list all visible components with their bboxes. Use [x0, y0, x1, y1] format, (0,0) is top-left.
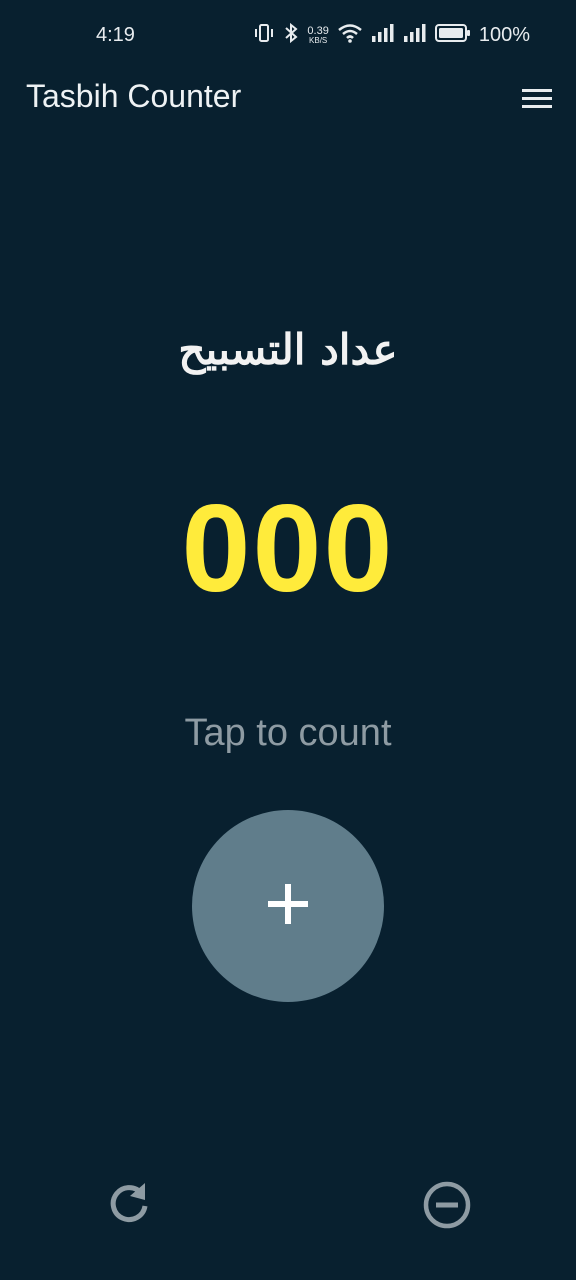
minus-circle-icon [420, 1181, 474, 1236]
status-bar: 4:19 0.39 KB/S 100% [0, 0, 576, 72]
reset-button[interactable] [104, 1178, 154, 1228]
count-button[interactable] [192, 810, 384, 1002]
refresh-icon [104, 1183, 154, 1232]
app-title: Tasbih Counter [26, 78, 242, 114]
vibrate-icon [253, 22, 275, 49]
battery-percent: 100% [478, 24, 530, 46]
hamburger-menu-icon [522, 89, 552, 116]
status-time: 4:19 [96, 24, 135, 46]
app-bar: Tasbih Counter [0, 72, 576, 128]
signal-icon [403, 23, 427, 48]
decrement-button[interactable] [420, 1178, 474, 1232]
battery-icon [434, 23, 471, 48]
wifi-icon [337, 22, 363, 49]
status-icons: 0.39 KB/S 100% [253, 22, 530, 49]
menu-button[interactable] [522, 86, 552, 112]
signal-icon [371, 23, 395, 48]
tap-hint: Tap to count [184, 712, 392, 754]
network-speed: 0.39 KB/S [307, 24, 329, 45]
arabic-title: عداد التسبيح [178, 325, 398, 374]
plus-icon [266, 882, 310, 930]
counter-value: 000 [181, 480, 395, 618]
bluetooth-icon [283, 22, 299, 49]
